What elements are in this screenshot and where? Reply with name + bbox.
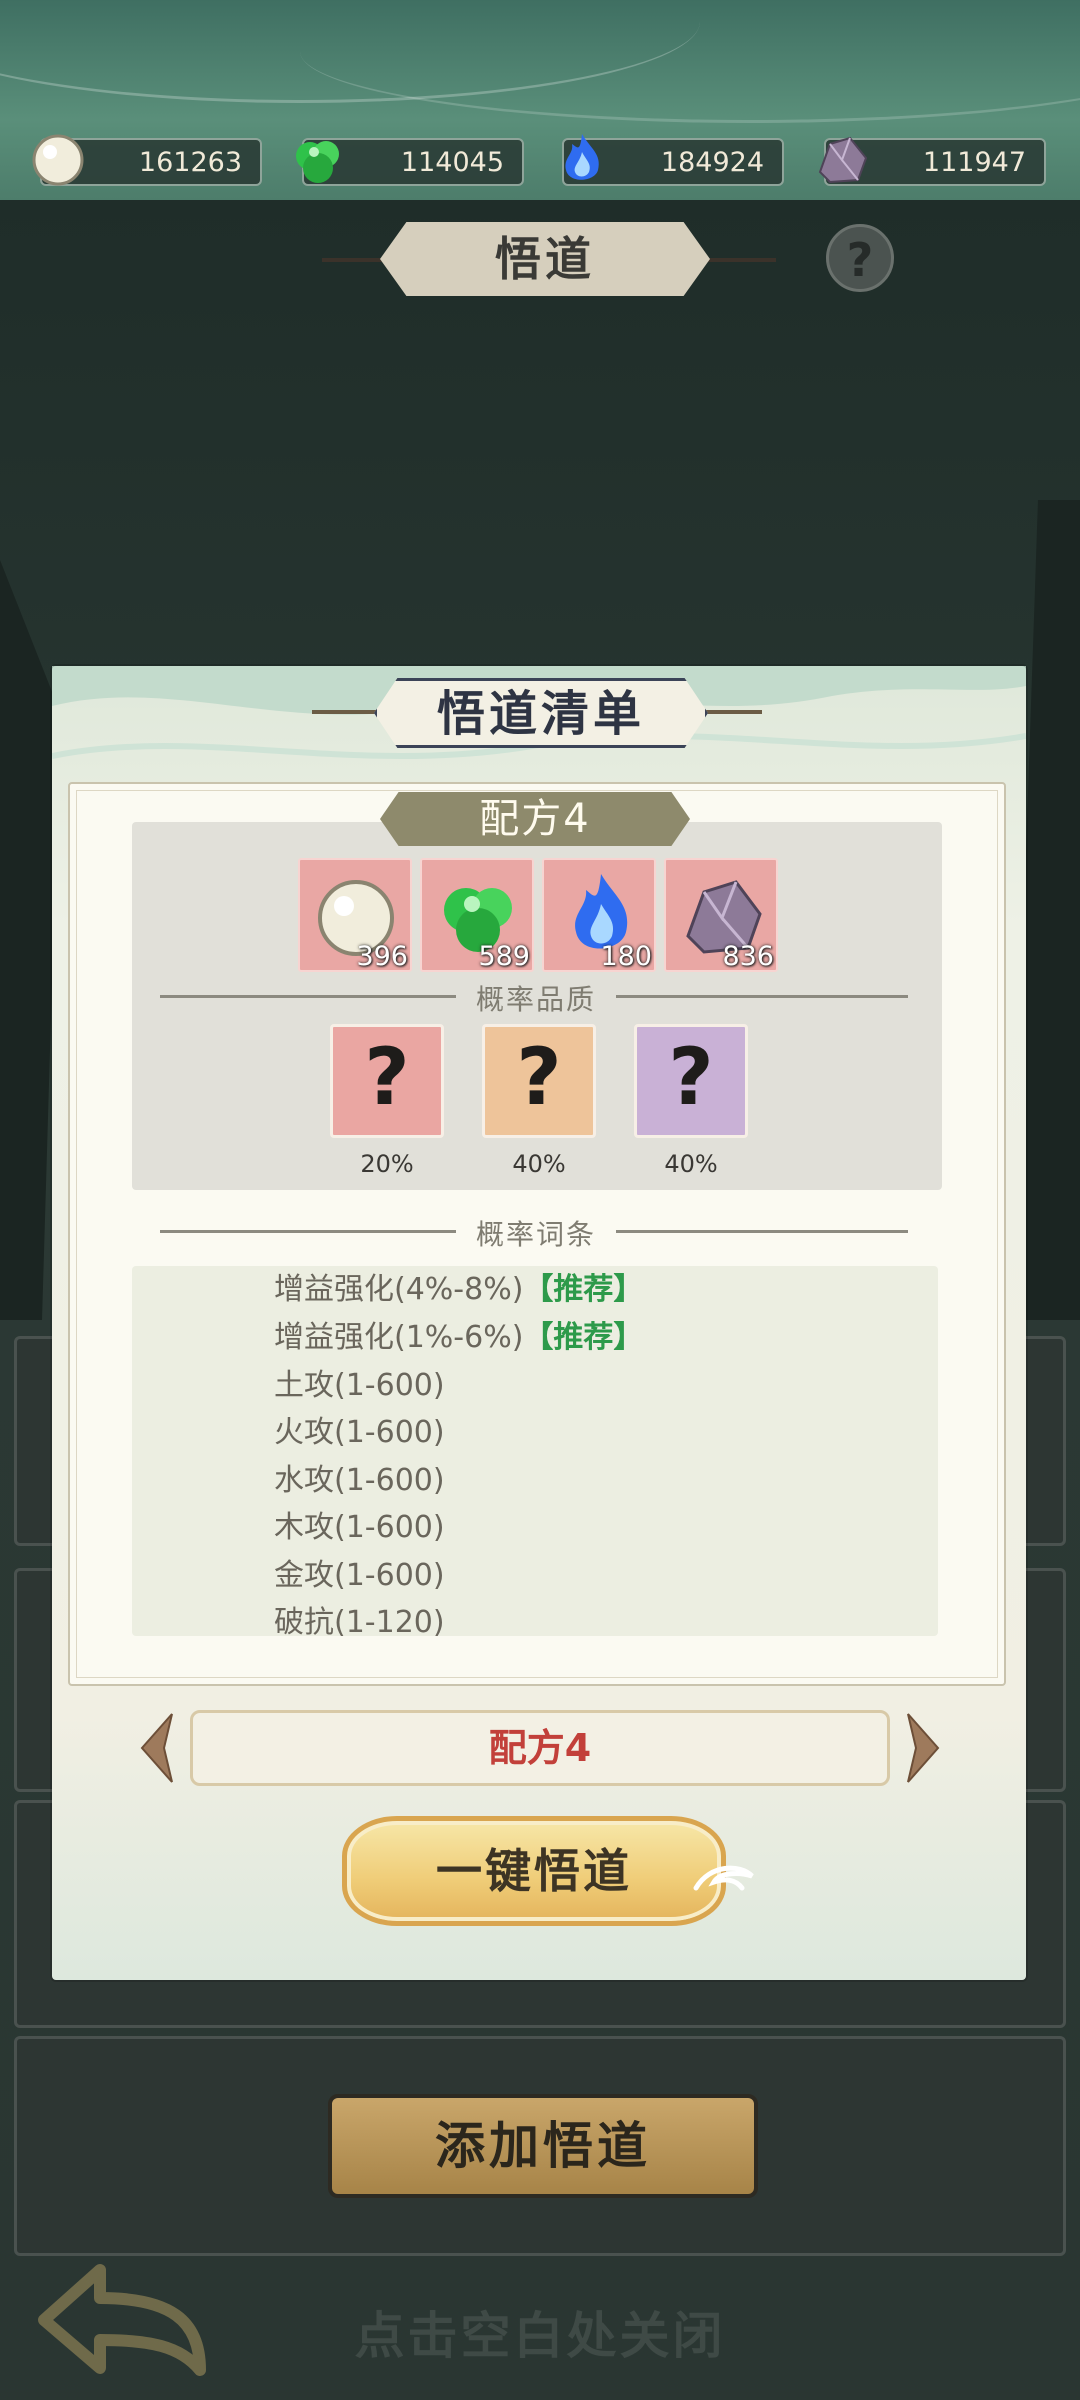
pearl-icon: [32, 134, 84, 186]
quality-percent: 20%: [360, 1150, 414, 1178]
swirl-decoration-icon: [693, 1865, 754, 1891]
list-item: 增益强化(1%-6%)【推荐】: [274, 1320, 644, 1355]
next-recipe-arrow-icon[interactable]: [904, 1710, 944, 1786]
divider: [616, 995, 908, 998]
one-click-enlightenment-button[interactable]: 一键悟道: [342, 1816, 726, 1926]
close-hint[interactable]: 点击空白处关闭: [0, 2296, 1080, 2368]
ingredient-ore[interactable]: 836: [664, 858, 778, 972]
quality-percent: 40%: [664, 1150, 718, 1178]
modal-title-ornament-left: [312, 710, 384, 714]
quality-percent: 40%: [512, 1150, 566, 1178]
ingredient-jade[interactable]: 589: [420, 858, 534, 972]
list-item: 金攻(1-600): [274, 1558, 445, 1593]
recipe-tag: 配方4: [380, 792, 690, 846]
ingredient-flame[interactable]: 180: [542, 858, 656, 972]
page-title: 悟道: [380, 222, 710, 296]
ingredient-pearl[interactable]: 396: [298, 858, 412, 972]
list-item: 土攻(1-600): [274, 1368, 445, 1403]
ingredient-count: 836: [722, 941, 774, 972]
recommend-tag: 【推荐】: [523, 1320, 644, 1355]
purple-ore-icon: [818, 136, 868, 184]
quality-slot[interactable]: ?: [482, 1024, 596, 1138]
ingredient-count: 180: [600, 941, 652, 972]
list-item: 破抗(1-120): [274, 1605, 445, 1640]
recommend-tag: 【推荐】: [523, 1272, 644, 1307]
modal-title-ornament-right: [700, 710, 762, 714]
question-mark-icon: ?: [668, 1033, 714, 1123]
divider: [616, 1230, 908, 1233]
divider: [160, 995, 456, 998]
recipe-selector[interactable]: 配方4: [190, 1710, 890, 1786]
question-mark-icon: ?: [364, 1033, 410, 1123]
list-item: 木攻(1-600): [274, 1510, 445, 1545]
list-item: 水攻(1-600): [274, 1463, 445, 1498]
ingredient-count: 589: [478, 941, 530, 972]
divider: [160, 1230, 456, 1233]
help-button[interactable]: ?: [826, 224, 894, 292]
quality-slot[interactable]: ?: [330, 1024, 444, 1138]
quality-slot[interactable]: ?: [634, 1024, 748, 1138]
quality-section-label: 概率品质: [475, 983, 596, 1016]
prev-recipe-arrow-icon[interactable]: [136, 1710, 176, 1786]
question-mark-icon: ?: [516, 1033, 562, 1123]
list-item: 增益强化(4%-8%)【推荐】: [274, 1272, 644, 1307]
blue-flame-icon: [565, 134, 599, 180]
ingredient-count: 396: [356, 941, 408, 972]
modal-title: 悟道清单: [374, 678, 708, 748]
add-enlightenment-button[interactable]: 添加悟道: [328, 2094, 758, 2198]
green-jade-icon: [296, 141, 339, 183]
entries-section-label: 概率词条: [475, 1218, 596, 1251]
list-item: 火攻(1-600): [274, 1415, 445, 1450]
